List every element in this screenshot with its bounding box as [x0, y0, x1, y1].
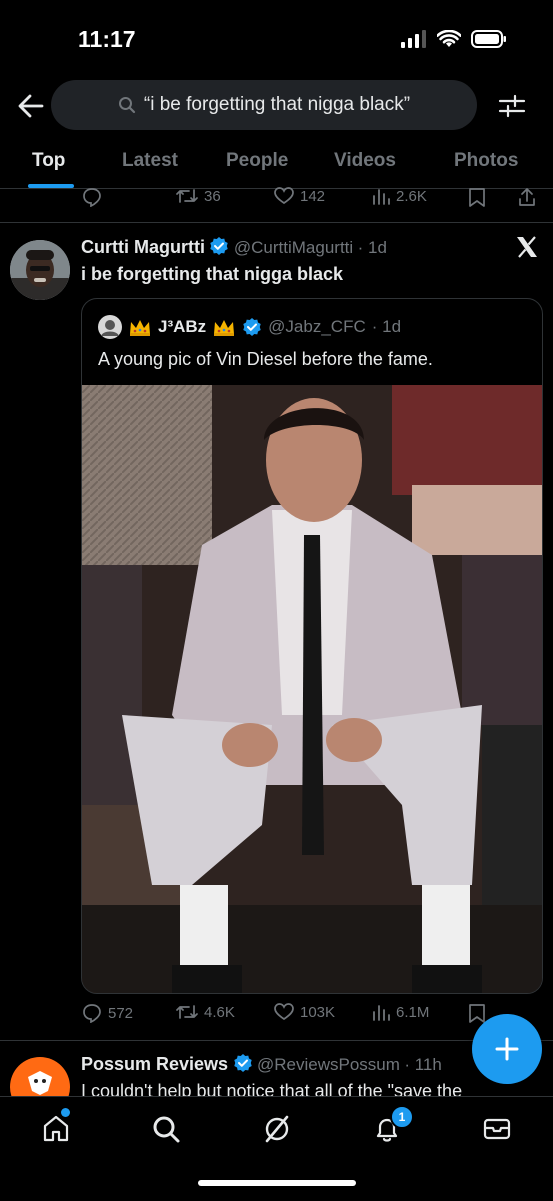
retweet-button[interactable]: 36	[176, 187, 221, 205]
tweet-text: i be forgetting that nigga black	[81, 264, 344, 284]
envelope-icon	[483, 1118, 511, 1140]
crown-icon	[130, 320, 150, 336]
retweet-icon	[176, 1005, 198, 1019]
tab-people[interactable]: People	[226, 150, 288, 172]
crown-icon	[214, 320, 235, 336]
home-icon	[43, 1115, 69, 1142]
previous-tweet-actions: 36 142 2.6K	[0, 184, 553, 214]
quoted-tweet[interactable]: J³ABz @Jabz_CFC · 1d A young pic of Vin …	[81, 298, 543, 994]
reply-icon	[83, 188, 101, 207]
tab-latest[interactable]: Latest	[122, 150, 178, 172]
nav-grok[interactable]	[261, 1113, 293, 1145]
quote-photo[interactable]	[82, 385, 542, 993]
author-handle[interactable]: @ReviewsPossum	[257, 1055, 400, 1074]
cellular-signal-icon	[401, 30, 426, 48]
quote-time: · 1d	[371, 317, 402, 336]
quote-avatar[interactable]	[98, 315, 122, 339]
next-tweet-avatar[interactable]	[10, 1057, 70, 1096]
heart-icon	[274, 187, 294, 205]
compose-button[interactable]	[472, 1014, 542, 1084]
next-tweet-header: Possum Reviews @ReviewsPossum · 11h	[81, 1053, 442, 1075]
search-input[interactable]: “i be forgetting that nigga black”	[51, 80, 477, 130]
views-bar-chart-icon	[373, 189, 390, 205]
search-query: “i be forgetting that nigga black”	[143, 94, 411, 115]
plus-icon	[495, 1037, 519, 1061]
search-icon	[153, 1116, 180, 1143]
retweet-button[interactable]: 4.6K	[176, 1003, 235, 1021]
tweet-actions: 572 4.6K 103K 6.1M	[0, 1000, 553, 1028]
battery-icon	[471, 30, 506, 48]
like-count: 142	[300, 187, 326, 205]
home-indicator	[198, 1180, 356, 1186]
notification-badge: 1	[390, 1105, 414, 1129]
reply-count: 572	[108, 1004, 134, 1022]
quote-author-name[interactable]: J³ABz	[158, 317, 206, 337]
tab-videos[interactable]: Videos	[334, 150, 396, 172]
bookmark-button[interactable]	[468, 1003, 486, 1023]
grok-icon	[265, 1115, 289, 1143]
views-count: 2.6K	[396, 187, 427, 205]
reply-button[interactable]	[82, 187, 102, 207]
author-handle[interactable]: @CurttiMagurtti	[234, 238, 353, 257]
like-button[interactable]: 103K	[274, 1003, 335, 1021]
home-unread-dot	[61, 1108, 70, 1117]
arrow-left-icon	[18, 94, 44, 118]
views-button[interactable]: 2.6K	[372, 187, 427, 205]
nav-search[interactable]	[150, 1113, 182, 1145]
tweet-text: I couldn't help but notice that all of t…	[81, 1081, 463, 1096]
reply-icon	[83, 1004, 101, 1023]
author-name[interactable]: Curtti Magurtti	[81, 237, 205, 257]
views-count: 6.1M	[396, 1003, 430, 1021]
quote-text: A young pic of Vin Diesel before the fam…	[98, 349, 433, 369]
retweet-count: 4.6K	[204, 1003, 235, 1021]
verified-badge-icon	[210, 237, 229, 255]
tab-photos[interactable]: Photos	[454, 150, 518, 172]
tweet-header: Curtti Magurtti @CurttiMagurtti · 1d	[81, 236, 387, 258]
sliders-icon	[498, 94, 526, 118]
nav-notifications[interactable]: 1	[371, 1105, 414, 1145]
tweet-divider	[0, 222, 553, 223]
reply-button[interactable]: 572	[82, 1003, 133, 1023]
quote-header: J³ABz @Jabz_CFC · 1d	[98, 315, 401, 339]
search-tabs: Top Latest People Videos Photos	[0, 140, 553, 186]
status-time: 11:17	[78, 26, 136, 52]
verified-badge-icon	[233, 1054, 252, 1072]
retweet-icon	[176, 189, 198, 203]
tweet-time: · 11h	[404, 1055, 442, 1074]
avatar-image	[10, 240, 70, 300]
x-logo-icon	[517, 236, 537, 258]
nav-messages[interactable]	[481, 1113, 513, 1145]
search-icon	[118, 97, 136, 114]
back-button[interactable]	[16, 92, 46, 120]
wifi-icon	[437, 30, 461, 47]
like-button[interactable]: 142	[274, 187, 325, 205]
heart-icon	[274, 1003, 294, 1021]
next-tweet[interactable]: Possum Reviews @ReviewsPossum · 11h I co…	[0, 1041, 553, 1096]
nav-home[interactable]	[40, 1108, 72, 1145]
photo-image	[82, 385, 542, 993]
views-button[interactable]: 6.1M	[372, 1003, 429, 1021]
status-icons	[401, 30, 507, 48]
x-logo	[514, 234, 540, 260]
share-icon	[519, 188, 535, 206]
possum-logo-icon	[28, 1071, 52, 1095]
bookmark-button[interactable]	[468, 187, 486, 207]
share-button[interactable]	[518, 187, 536, 207]
verified-badge-icon	[243, 318, 261, 336]
retweet-count: 36	[204, 187, 221, 205]
search-filter-button[interactable]	[497, 91, 527, 121]
views-bar-chart-icon	[373, 1005, 390, 1021]
bookmark-icon	[469, 1004, 485, 1023]
quote-author-handle[interactable]: @Jabz_CFC	[268, 317, 366, 337]
bookmark-icon	[469, 188, 485, 207]
like-count: 103K	[300, 1003, 336, 1021]
avatar[interactable]	[10, 240, 70, 300]
tab-top[interactable]: Top	[32, 150, 65, 172]
author-name[interactable]: Possum Reviews	[81, 1054, 228, 1074]
tweet-time: · 1d	[357, 238, 387, 257]
